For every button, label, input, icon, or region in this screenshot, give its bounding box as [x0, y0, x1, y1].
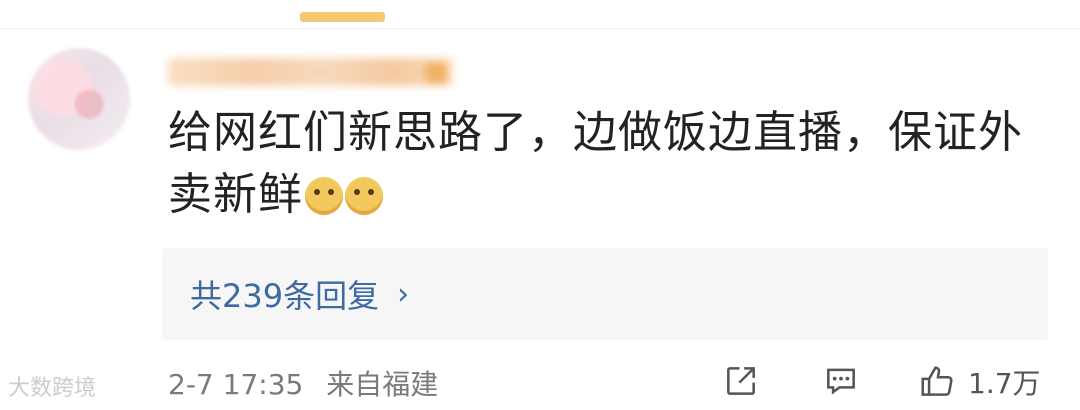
like-count: 1.7万 — [968, 367, 1041, 400]
doge-emoji-icon — [345, 177, 383, 215]
comment-meta: 2-7 17:35 来自福建 — [168, 363, 452, 403]
divider — [0, 28, 1080, 29]
like-button[interactable]: 1.7万 — [918, 362, 1041, 402]
comment-text: 给网红们新思路了，边做饭边直播，保证外卖新鲜 — [168, 107, 1023, 220]
watermark: 大数跨境 — [8, 370, 96, 402]
comment-date: 2-7 17:35 — [168, 368, 304, 401]
replies-box[interactable]: 共239条回复 › — [162, 248, 1048, 340]
chevron-right-icon: › — [397, 276, 410, 312]
username-blurred[interactable] — [168, 58, 453, 86]
avatar[interactable] — [28, 48, 130, 150]
like-icon — [921, 366, 953, 396]
share-button[interactable] — [722, 362, 760, 400]
comment-body: 给网红们新思路了，边做饭边直播，保证外卖新鲜 — [168, 102, 1038, 226]
comment-icon — [827, 368, 855, 395]
top-indicator-bar — [300, 12, 385, 22]
doge-emoji-icon — [305, 177, 343, 215]
share-icon — [727, 367, 755, 395]
comment-button[interactable] — [822, 362, 860, 400]
replies-count-link[interactable]: 共239条回复 — [190, 271, 379, 317]
watermark-text: 大数跨境 — [8, 376, 97, 401]
badge-icon — [425, 62, 447, 84]
comment-location: 来自福建 — [326, 368, 439, 401]
